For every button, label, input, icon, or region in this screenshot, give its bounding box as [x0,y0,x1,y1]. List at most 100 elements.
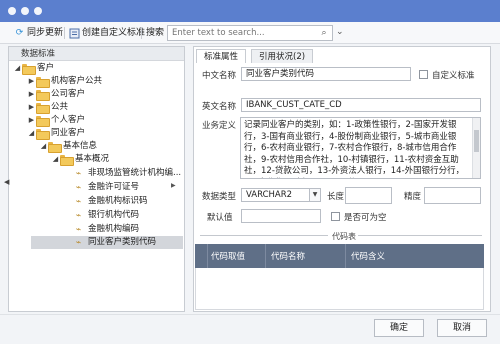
window-close-dot[interactable] [8,7,16,15]
tree-item-label: 基本概况 [75,154,110,164]
tag-icon: ⌁ [75,210,82,221]
search-label: 搜索 [146,28,165,38]
tree-item-label: 金融机构标识码 [88,196,148,206]
tree-item-standard-selected[interactable]: ⌁ 同业客户类别代码 [31,236,183,249]
search-input[interactable] [168,26,308,40]
tree-item-basic-info[interactable]: ◢ 基本信息 [39,140,97,153]
chevron-down-icon[interactable]: ⌄ [336,27,344,37]
code-table-body [195,268,484,310]
collapsed-arrow-icon[interactable]: ▶ [27,114,36,127]
tree-item-standard[interactable]: ⌁ 银行机构代码 [73,209,139,222]
column-divider [207,244,208,268]
tree-item-label: 非现场监管统计机构编... [88,168,182,178]
textarea-scrollbar[interactable] [472,118,480,178]
data-type-label: 数据类型 [202,192,237,202]
data-type-select[interactable]: VARCHAR2 ▼ [241,188,321,202]
tree-item-label: 金融许可证号 [88,182,140,192]
folder-open-icon [22,64,36,75]
window: ⟳ 同步更新 创建自定义标准 搜索 ⌕ ⌄ 数据标准 ◢ 客户 ▶ 机构客户公共 ▶… [0,0,500,344]
tree-item-label: 客户 [37,63,55,73]
data-type-value: VARCHAR2 [246,190,293,200]
en-name-label: 英文名称 [202,102,237,112]
sync-update-button[interactable]: ⟳ 同步更新 [14,26,63,40]
dialog-footer: 确定 取消 [0,314,500,344]
column-divider [345,244,346,268]
tree-item-standard[interactable]: ⌁ 金融许可证号 [73,181,139,194]
length-field[interactable] [345,187,392,204]
tree-item-standard[interactable]: ⌁ 金融机构编码 [73,223,139,236]
collapsed-arrow-icon[interactable]: ▶ [27,75,36,88]
create-custom-standard-button[interactable]: 创建自定义标准 [69,26,145,40]
tag-icon: ⌁ [75,196,82,207]
tree-item-individual-customer[interactable]: ▶ 个人客户 [27,114,85,127]
tree-item-label: 公司客户 [51,89,86,99]
sync-icon: ⟳ [15,27,24,38]
expanded-arrow-icon[interactable]: ◢ [13,62,22,75]
tree-item-org-customer-common[interactable]: ▶ 机构客户公共 [27,75,102,88]
search-box[interactable]: ⌕ [167,25,333,41]
tree-item-common[interactable]: ▶ 公共 [27,101,68,114]
tree-item-label: 机构客户公共 [51,76,103,86]
code-table-header: 代码取值 代码名称 代码含义 [195,244,484,268]
window-minimize-dot[interactable] [21,7,29,15]
folder-icon [36,90,50,101]
nullable-checkbox[interactable] [331,212,340,221]
biz-def-text: 记录同业客户的类别，如：1-政策性银行，2-国家开发银行，3-国有商业银行，4-… [244,120,465,178]
expanded-arrow-icon[interactable]: ◢ [27,127,36,140]
title-bar [0,0,500,22]
tree-item-label: 基本信息 [63,141,98,151]
column-divider [265,244,266,268]
window-maximize-dot[interactable] [34,7,42,15]
tree-item-label: 公共 [51,102,69,112]
standards-tree-panel: 数据标准 ◢ 客户 ▶ 机构客户公共 ▶ 公司客户 ▶ 公共 ▶ 个人客户 ◢ 同业客户 ◢… [8,46,185,312]
folder-icon [36,103,50,114]
tag-icon: ⌁ [75,168,82,179]
tree-item-standard[interactable]: ⌁ 非现场监管统计机构编... [73,167,181,180]
tab-standard-attributes[interactable]: 标准属性 [196,49,247,63]
create-custom-standard-label: 创建自定义标准 [82,28,146,38]
biz-def-textarea[interactable]: 记录同业客户的类别，如：1-政策性银行，2-国家开发银行，3-国有商业银行，4-… [240,117,481,179]
tag-icon: ⌁ [75,224,82,235]
expanded-arrow-icon[interactable]: ◢ [51,153,60,166]
section-divider [358,235,482,236]
tree-item-interbank-customer[interactable]: ◢ 同业客户 [27,127,85,140]
custom-standard-checkbox[interactable] [419,70,428,79]
tag-icon: ⌁ [75,237,82,248]
code-table-section: 代码表 [200,231,482,241]
default-value-field[interactable] [241,209,321,223]
cn-name-field[interactable]: 同业客户类别代码 [241,67,411,81]
toolbar-divider [141,27,142,39]
chevron-down-icon[interactable]: ▼ [309,189,320,201]
collapsed-arrow-icon[interactable]: ▶ [27,101,36,114]
toolbar-divider [64,27,65,39]
en-name-field[interactable]: IBANK_CUST_CATE_CD [241,98,481,112]
ok-button[interactable]: 确定 [374,319,424,337]
tree-item-standard[interactable]: ⌁ 金融机构标识码 [73,195,148,208]
tree-item-label: 同业客户 [51,128,86,138]
search-icon[interactable]: ⌕ [316,26,332,40]
folder-open-icon [60,155,74,166]
tree-item-corporate-customer[interactable]: ▶ 公司客户 [27,88,85,101]
expand-right-icon[interactable]: ▶ [171,182,176,189]
scrollbar-thumb[interactable] [474,130,479,152]
folder-icon [36,77,50,88]
column-header-code-value[interactable]: 代码取值 [211,250,245,262]
section-divider [200,235,328,236]
column-header-code-name[interactable]: 代码名称 [271,250,305,262]
biz-def-label: 业务定义 [202,121,237,131]
tree-item-label: 同业客户类别代码 [88,237,157,247]
nullable-label: 是否可为空 [344,213,387,223]
collapse-left-icon[interactable]: ◀ [4,178,9,186]
tree-item-basic-overview[interactable]: ◢ 基本概况 [51,153,109,166]
folder-icon [36,116,50,127]
tree-item-label: 金融机构编码 [88,224,140,234]
tab-reference-status[interactable]: 引用状况(2) [251,49,314,63]
expanded-arrow-icon[interactable]: ◢ [39,140,48,153]
tag-icon: ⌁ [75,182,82,193]
custom-standard-label: 自定义标准 [432,71,475,81]
precision-field[interactable] [424,187,481,204]
column-header-code-meaning[interactable]: 代码含义 [351,250,385,262]
collapsed-arrow-icon[interactable]: ▶ [27,88,36,101]
cancel-button[interactable]: 取消 [437,319,487,337]
tree-item-customer[interactable]: ◢ 客户 [13,62,54,75]
